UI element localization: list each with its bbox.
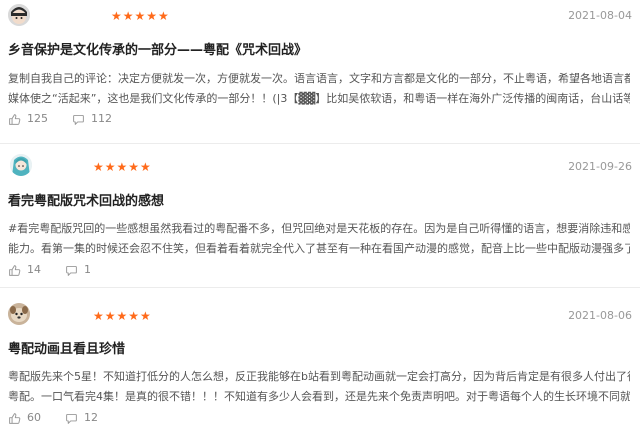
like-button[interactable]: 125	[8, 112, 48, 126]
rating-stars: ★★★★★	[93, 309, 152, 323]
comment-icon	[73, 114, 84, 125]
review-body-line: #看完粤配版咒回的一些感想虽然我看过的粤配番不多，但咒回绝对是天花板的存在。因为…	[8, 222, 630, 235]
thumbs-up-icon	[9, 412, 21, 424]
review-meta: 60 12	[8, 411, 122, 425]
thumbs-up-icon	[9, 113, 21, 125]
thumbs-up-icon	[9, 264, 21, 276]
comment-count: 112	[91, 112, 112, 125]
user-avatar[interactable]	[8, 303, 30, 325]
rating-stars: ★★★★★	[93, 160, 152, 174]
comment-button[interactable]: 12	[65, 411, 98, 425]
like-button[interactable]: 60	[8, 411, 41, 425]
review-item: ★★★★★ 2021-08-04 乡音保护是文化传承的一部分——粤配《咒术回战》…	[0, 0, 640, 144]
review-body-line: 媒体使之“活起来”，这也是我们文化传承的一部分！！(|3【▓▓】比如吴侬软语，和…	[8, 92, 630, 105]
review-title[interactable]: 看完粤配版咒术回战的感想	[8, 193, 164, 211]
review-body-line: 复制自我自己的评论：决定方便就发一次，方便就发一次。语言语言，文字和方言都是文化…	[8, 72, 630, 85]
like-count: 14	[27, 263, 41, 276]
user-avatar[interactable]	[10, 154, 32, 176]
review-list: ★★★★★ 2021-08-04 乡音保护是文化传承的一部分——粤配《咒术回战》…	[0, 0, 640, 432]
review-item: ★★★★★ 2021-09-26 看完粤配版咒术回战的感想 #看完粤配版咒回的一…	[0, 144, 640, 288]
comment-icon	[66, 265, 77, 276]
review-meta: 125 112	[8, 112, 136, 126]
comment-button[interactable]: 1	[65, 263, 91, 277]
comment-icon	[66, 413, 77, 424]
review-title[interactable]: 乡音保护是文化传承的一部分——粤配《咒术回战》	[8, 42, 307, 60]
review-meta: 14 1	[8, 263, 115, 277]
review-date: 2021-08-04	[568, 9, 632, 22]
like-count: 60	[27, 411, 41, 424]
review-date: 2021-08-06	[568, 309, 632, 322]
user-avatar[interactable]	[8, 4, 30, 26]
comment-count: 1	[84, 263, 91, 276]
review-date: 2021-09-26	[568, 160, 632, 173]
review-body-line: 粤配版先来个5星！不知道打低分的人怎么想，反正我能够在b站看到粤配动画就一定会打…	[8, 370, 630, 383]
like-button[interactable]: 14	[8, 263, 41, 277]
review-item: ★★★★★ 2021-08-06 粤配动画且看且珍惜 粤配版先来个5星！不知道打…	[0, 288, 640, 432]
review-body-line: 粤配。一口气看完4集！是真的很不错！！！不知道有多少人会看到，还是先来个免责声明…	[8, 390, 630, 403]
review-title[interactable]: 粤配动画且看且珍惜	[8, 341, 125, 359]
review-body[interactable]: 粤配版先来个5星！不知道打低分的人怎么想，反正我能够在b站看到粤配动画就一定会打…	[8, 367, 630, 407]
review-body-line: 能力。看第一集的时候还会忍不住笑，但看着看着就完全代入了甚至有一种在看国产动漫的…	[8, 242, 630, 255]
rating-stars: ★★★★★	[111, 9, 170, 23]
like-count: 125	[27, 112, 48, 125]
review-body[interactable]: #看完粤配版咒回的一些感想虽然我看过的粤配番不多，但咒回绝对是天花板的存在。因为…	[8, 219, 630, 259]
comment-count: 12	[84, 411, 98, 424]
review-body[interactable]: 复制自我自己的评论：决定方便就发一次，方便就发一次。语言语言，文字和方言都是文化…	[8, 69, 630, 109]
comment-button[interactable]: 112	[72, 112, 112, 126]
